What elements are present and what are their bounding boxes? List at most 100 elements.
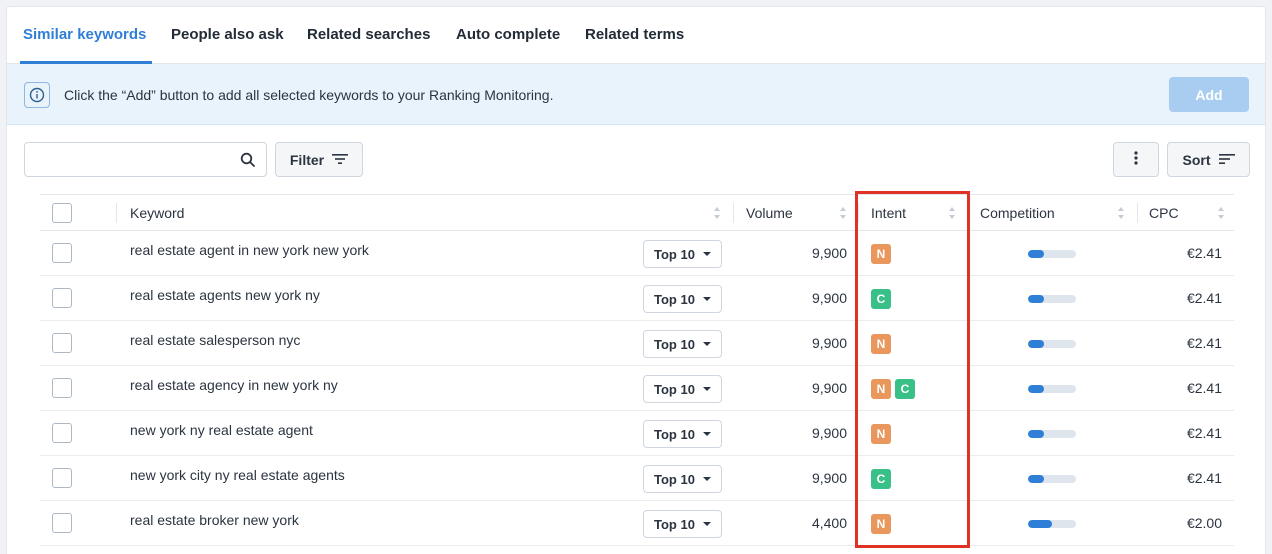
column-divider (733, 203, 734, 223)
intent-badge-navigational: N (871, 424, 891, 444)
table-row: new york city ny real estate agents Top … (40, 456, 1234, 501)
tab-related-terms[interactable]: Related terms (585, 26, 684, 43)
tab-people-also-ask[interactable]: People also ask (171, 26, 284, 43)
column-header-competition[interactable]: Competition (980, 205, 1055, 221)
banner-message: Click the “Add” button to add all select… (64, 87, 554, 103)
tab-similar-keywords[interactable]: Similar keywords (23, 26, 146, 43)
sort-arrows-icon[interactable] (1117, 206, 1125, 220)
cpc-value: €2.41 (1186, 245, 1222, 261)
competition-bar (1028, 250, 1076, 258)
sort-arrows-icon[interactable] (1217, 206, 1225, 220)
rank-dropdown[interactable]: Top 10 (643, 375, 722, 403)
rank-dropdown-value: Top 10 (654, 471, 695, 487)
chevron-down-icon (703, 477, 711, 481)
intent-badge-commercial: C (871, 469, 891, 489)
filter-button[interactable]: Filter (275, 142, 363, 177)
tab-auto-complete[interactable]: Auto complete (456, 26, 560, 43)
competition-bar-fill (1028, 340, 1044, 348)
more-options-button[interactable] (1113, 142, 1159, 177)
table-row: real estate broker new york Top 10 4,400… (40, 501, 1234, 546)
column-header-cpc[interactable]: CPC (1149, 205, 1179, 221)
keyword-text: real estate agents new york ny (130, 287, 320, 303)
rank-dropdown[interactable]: Top 10 (643, 510, 722, 538)
column-divider (1137, 203, 1138, 223)
search-icon[interactable] (240, 152, 256, 173)
volume-value: 9,900 (811, 470, 847, 486)
table-row: real estate salesperson nyc Top 10 9,900… (40, 321, 1234, 366)
volume-value: 9,900 (811, 425, 847, 441)
sort-lines-icon (1218, 152, 1235, 168)
column-divider (968, 203, 969, 223)
column-header-intent[interactable]: Intent (871, 205, 906, 221)
competition-bar (1028, 385, 1076, 393)
competition-bar-fill (1028, 295, 1044, 303)
rank-dropdown-value: Top 10 (654, 381, 695, 397)
info-icon (24, 82, 50, 108)
tab-related-searches[interactable]: Related searches (307, 26, 430, 43)
rank-dropdown[interactable]: Top 10 (643, 465, 722, 493)
search-input[interactable] (33, 149, 233, 171)
filter-label: Filter (289, 151, 325, 168)
rank-dropdown[interactable]: Top 10 (643, 330, 722, 358)
rank-dropdown[interactable]: Top 10 (643, 240, 722, 268)
chevron-down-icon (703, 297, 711, 301)
sort-arrows-icon[interactable] (839, 206, 847, 220)
table-row: real estate agency in new york ny Top 10… (40, 366, 1234, 411)
intent-badge-navigational: N (871, 244, 891, 264)
column-header-volume[interactable]: Volume (746, 205, 793, 221)
chevron-down-icon (703, 342, 711, 346)
chevron-down-icon (703, 387, 711, 391)
more-vertical-icon (1134, 151, 1138, 168)
cpc-value: €2.41 (1186, 470, 1222, 486)
keyword-text: new york city ny real estate agents (130, 467, 345, 483)
select-all-checkbox[interactable] (52, 203, 72, 223)
add-button[interactable]: Add (1169, 77, 1249, 112)
sort-arrows-icon[interactable] (713, 206, 721, 220)
competition-bar (1028, 340, 1076, 348)
row-checkbox[interactable] (52, 513, 72, 533)
info-banner: Click the “Add” button to add all select… (7, 64, 1265, 125)
cpc-value: €2.00 (1186, 515, 1222, 531)
keyword-text: real estate agency in new york ny (130, 377, 338, 393)
intent-badge-navigational: N (871, 334, 891, 354)
row-checkbox[interactable] (52, 243, 72, 263)
row-checkbox[interactable] (52, 378, 72, 398)
tab-bar: Similar keywords People also ask Related… (7, 7, 1265, 64)
table-header: Keyword Volume Intent Competition CPC (40, 194, 1234, 231)
row-checkbox[interactable] (52, 423, 72, 443)
row-checkbox[interactable] (52, 288, 72, 308)
column-divider (116, 203, 117, 223)
volume-value: 9,900 (811, 245, 847, 261)
intent-badge-commercial: C (871, 289, 891, 309)
chevron-down-icon (703, 252, 711, 256)
keyword-text: real estate broker new york (130, 512, 299, 528)
sort-button[interactable]: Sort (1167, 142, 1250, 177)
chevron-down-icon (703, 432, 711, 436)
rank-dropdown-value: Top 10 (654, 291, 695, 307)
column-header-keyword[interactable]: Keyword (130, 205, 184, 221)
rank-dropdown[interactable]: Top 10 (643, 285, 722, 313)
competition-bar (1028, 295, 1076, 303)
cpc-value: €2.41 (1186, 335, 1222, 351)
competition-bar (1028, 475, 1076, 483)
filter-icon (332, 152, 349, 168)
intent-badge-navigational: N (871, 379, 891, 399)
rank-dropdown-value: Top 10 (654, 336, 695, 352)
intent-badge-commercial: C (895, 379, 915, 399)
volume-value: 9,900 (811, 380, 847, 396)
keywords-panel: Similar keywords People also ask Related… (6, 6, 1266, 554)
row-checkbox[interactable] (52, 333, 72, 353)
cpc-value: €2.41 (1186, 425, 1222, 441)
search-field[interactable] (24, 142, 267, 177)
sort-arrows-icon[interactable] (948, 206, 956, 220)
cpc-value: €2.41 (1186, 290, 1222, 306)
rank-dropdown[interactable]: Top 10 (643, 420, 722, 448)
competition-bar-fill (1028, 520, 1052, 528)
rank-dropdown-value: Top 10 (654, 516, 695, 532)
chevron-down-icon (703, 522, 711, 526)
row-checkbox[interactable] (52, 468, 72, 488)
keyword-text: real estate salesperson nyc (130, 332, 301, 348)
competition-bar (1028, 520, 1076, 528)
competition-bar-fill (1028, 385, 1044, 393)
table-row: new york ny real estate agent Top 10 9,9… (40, 411, 1234, 456)
